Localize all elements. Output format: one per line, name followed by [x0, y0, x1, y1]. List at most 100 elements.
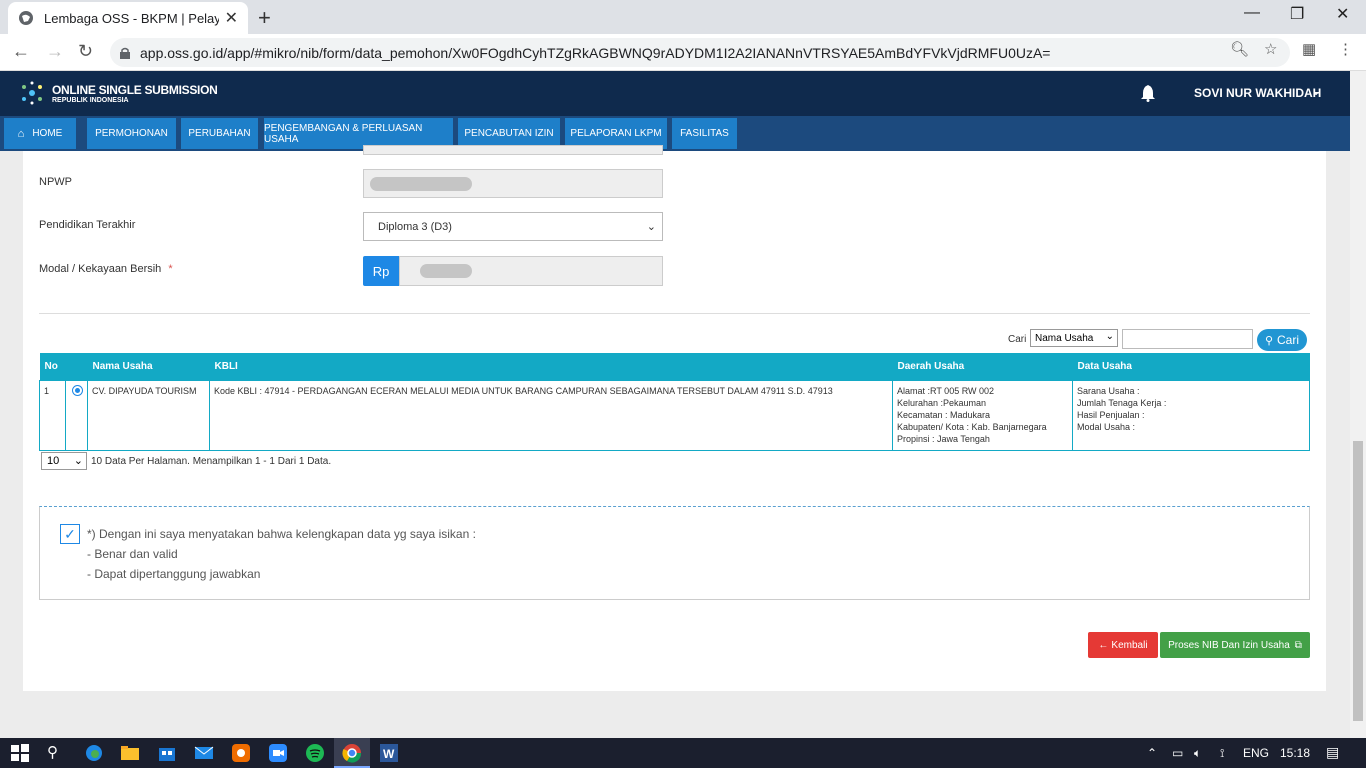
proses-nib-button[interactable]: Proses NIB Dan Izin Usaha ⧉ — [1160, 632, 1310, 658]
cell-radio[interactable] — [65, 379, 88, 451]
chevron-down-icon: ⌄ — [1105, 331, 1114, 342]
col-data-usaha: Data Usaha — [1072, 353, 1310, 380]
per-page-value: 10 — [47, 455, 60, 467]
kembali-button[interactable]: ← Kembali — [1088, 632, 1158, 658]
modal-label-text: Modal / Kekayaan Bersih — [39, 263, 162, 275]
search-field-select[interactable]: Nama Usaha ⌄ — [1030, 329, 1118, 347]
cell-no: 1 — [39, 379, 66, 451]
chrome-icon — [342, 744, 362, 763]
oss-logo[interactable]: ONLINE SINGLE SUBMISSION REPUBLIK INDONE… — [16, 79, 218, 107]
back-icon[interactable]: ← — [12, 41, 30, 62]
word-icon[interactable]: W — [379, 743, 399, 763]
main-menu: ⌂ HOME PERMOHONAN PERUBAHAN PENGEMBANGAN… — [0, 116, 1350, 151]
chrome-taskbar-active[interactable] — [334, 738, 370, 768]
menu-permohonan[interactable]: PERMOHONAN — [87, 118, 176, 149]
url-field[interactable]: app.oss.go.id/app/#mikro/nib/form/data_p… — [110, 38, 1290, 67]
user-name[interactable]: SOVI NUR WAKHIDAH — [1194, 86, 1321, 100]
restore-icon[interactable]: ❐ — [1290, 4, 1304, 24]
zoom-icon[interactable]: 🔍︎ — [1230, 40, 1249, 58]
per-page-select[interactable]: 10 ⌄ — [41, 452, 87, 470]
star-icon[interactable]: ☆ — [1264, 40, 1277, 58]
page-scrollbar[interactable] — [1350, 71, 1366, 738]
search-icon[interactable]: ⚲ — [47, 743, 58, 761]
browser-tab[interactable]: Lembaga OSS - BKPM | Pelayanan ✕ — [8, 2, 248, 34]
new-tab-icon[interactable]: + — [258, 5, 271, 31]
data-usaha-line: Modal Usaha : — [1077, 421, 1136, 432]
confirm-line-3: - Dapat dipertanggung jawabkan — [87, 567, 261, 581]
chevron-down-icon: ⌄ — [646, 221, 656, 233]
proses-label: Proses NIB Dan Izin Usaha — [1168, 639, 1290, 651]
col-no: No — [39, 353, 66, 380]
chevron-up-icon[interactable]: ⌃ — [1147, 746, 1157, 760]
pendidikan-value: Diploma 3 (D3) — [378, 220, 452, 233]
pager-text: 10 Data Per Halaman. Menampilkan 1 - 1 D… — [91, 456, 332, 467]
language-indicator[interactable]: ENG — [1243, 746, 1269, 760]
globe-icon — [19, 11, 33, 25]
search-icon: ⚲ — [1264, 334, 1274, 347]
app-icon[interactable] — [231, 743, 251, 763]
close-window-icon[interactable]: ✕ — [1336, 4, 1349, 24]
url-text: app.oss.go.id/app/#mikro/nib/form/data_p… — [140, 44, 1051, 61]
pendidikan-select[interactable]: Diploma 3 (D3) ⌄ — [363, 212, 663, 241]
edge-icon[interactable] — [84, 743, 104, 763]
cell-daerah: Alamat :RT 005 RW 002 Kelurahan :Pekauma… — [892, 379, 1073, 451]
windows-taskbar: ⚲ W ⌃ ▭ 🔈︎ ⟟ ENG 15:18 ▤ — [0, 738, 1366, 768]
spotify-icon[interactable] — [305, 743, 325, 763]
chevron-down-icon[interactable]: ⌄ — [1311, 84, 1321, 98]
confirmation-box: ✓ *) Dengan ini saya menyatakan bahwa ke… — [39, 506, 1310, 600]
close-tab-icon[interactable]: ✕ — [225, 8, 238, 28]
oss-logo-icon — [22, 81, 42, 105]
daerah-line: Kelurahan :Pekauman — [897, 397, 987, 408]
daerah-line: Propinsi : Jawa Tengah — [897, 433, 990, 444]
search-label: Cari — [1008, 334, 1027, 345]
home-icon: ⌂ — [17, 127, 25, 140]
search-input[interactable] — [1122, 329, 1253, 349]
arrow-left-icon: ← — [1098, 639, 1109, 651]
store-icon[interactable] — [157, 743, 177, 763]
notification-icon[interactable]: ▤ — [1326, 744, 1339, 761]
confirm-line-2: - Benar dan valid — [87, 547, 178, 561]
clock[interactable]: 15:18 — [1280, 746, 1310, 760]
table-row[interactable]: 1 CV. DIPAYUDA TOURISM Kode KBLI : 47914… — [39, 379, 1310, 451]
mail-icon[interactable] — [194, 743, 214, 763]
row-radio[interactable] — [72, 384, 83, 396]
reload-icon[interactable]: ↻ — [78, 41, 93, 62]
wifi-icon[interactable]: ⟟ — [1220, 746, 1224, 761]
search-field-value: Nama Usaha — [1035, 332, 1094, 344]
previous-field — [363, 145, 663, 155]
file-explorer-icon[interactable] — [120, 743, 140, 763]
redacted-value — [370, 177, 472, 191]
chevron-down-icon: ⌄ — [73, 455, 83, 467]
kembali-label: Kembali — [1111, 639, 1148, 651]
npwp-field[interactable] — [363, 169, 663, 198]
battery-icon[interactable]: ▭ — [1172, 746, 1183, 760]
windows-start-icon[interactable] — [10, 743, 30, 763]
col-daerah-usaha: Daerah Usaha — [892, 353, 1073, 380]
npwp-label: NPWP — [39, 176, 72, 188]
scroll-thumb[interactable] — [1353, 441, 1363, 721]
minimize-icon[interactable]: — — [1244, 4, 1260, 22]
usaha-table: No Nama Usaha KBLI Daerah Usaha Data Usa… — [39, 353, 1310, 451]
extension-icon[interactable]: ▦ — [1302, 40, 1316, 58]
form-card: NPWP Pendidikan Terakhir Diploma 3 (D3) … — [23, 145, 1326, 691]
cell-nama: CV. DIPAYUDA TOURISM — [87, 379, 210, 451]
search-button[interactable]: ⚲ Cari — [1257, 329, 1307, 351]
menu-dots-icon[interactable]: ⋮ — [1338, 40, 1353, 58]
menu-perubahan[interactable]: PERUBAHAN — [181, 118, 258, 149]
menu-home-label: HOME — [32, 128, 63, 139]
bell-icon[interactable] — [1140, 84, 1156, 102]
zoom-app-icon[interactable] — [268, 743, 288, 763]
divider — [39, 313, 1310, 314]
menu-home[interactable]: ⌂ HOME — [4, 118, 76, 149]
modal-field[interactable] — [399, 256, 663, 286]
redacted-value — [420, 264, 472, 278]
volume-icon[interactable]: 🔈︎ — [1194, 746, 1201, 761]
pendidikan-label: Pendidikan Terakhir — [39, 219, 136, 231]
forward-icon[interactable]: → — [46, 41, 64, 62]
menu-fasilitas[interactable]: FASILITAS — [672, 118, 737, 149]
col-radio — [65, 353, 88, 380]
lock-icon — [120, 47, 130, 59]
checkmark-icon: ✓ — [64, 525, 76, 542]
confirm-checkbox[interactable]: ✓ — [60, 524, 80, 544]
data-usaha-line: Sarana Usaha : — [1077, 385, 1140, 396]
